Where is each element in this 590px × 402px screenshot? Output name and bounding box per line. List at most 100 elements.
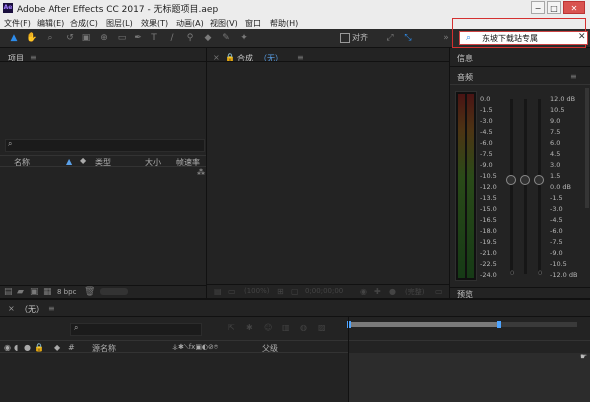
resolution-dropdown[interactable]: (完整)	[405, 287, 424, 297]
timeline-columns-bottom	[0, 352, 349, 353]
right-slider-zero: 0	[538, 269, 543, 277]
menu-composition[interactable]: 合成(C)	[70, 18, 98, 29]
brush-tool-icon[interactable]: ∕	[166, 32, 178, 44]
project-scrollbar[interactable]	[100, 288, 128, 295]
motion-blur-icon[interactable]: ◍	[300, 323, 307, 332]
left-volume-knob[interactable]	[506, 175, 516, 185]
region-of-interest-icon[interactable]: ▭	[435, 287, 443, 296]
db-right-15: -10.5	[550, 260, 567, 268]
minimize-button[interactable]: −	[531, 1, 545, 14]
layer-number-icon[interactable]: #	[68, 343, 75, 352]
pen-tool-icon[interactable]: ✒	[132, 32, 144, 44]
puppet-tool-icon[interactable]: ✦	[238, 32, 250, 44]
audio-scrollbar[interactable]	[585, 88, 589, 208]
show-channel-icon[interactable]: ✚	[374, 287, 381, 296]
label-tag-icon[interactable]: ◆	[80, 156, 86, 165]
eraser-tool-icon[interactable]: ◆	[202, 32, 214, 44]
camera-tool-icon[interactable]: ▣	[80, 32, 92, 44]
db-left-16: -24.0	[480, 271, 497, 279]
timeline-search-icon: ⌕	[74, 323, 79, 332]
workspace-menu-icon[interactable]: »	[440, 32, 452, 44]
snap-feather-icon[interactable]: ⤡	[402, 32, 414, 44]
project-panel: 项目 ≡	[0, 48, 206, 298]
current-time-indicator-icon[interactable]: ☛	[580, 352, 587, 361]
timeline-track-area[interactable]	[349, 353, 590, 402]
right-volume-knob[interactable]	[534, 175, 544, 185]
type-tool-icon[interactable]: T	[148, 32, 160, 44]
hand-tool-icon[interactable]: ✋	[26, 32, 38, 44]
trash-icon[interactable]: 🗑	[84, 287, 95, 297]
color-icon[interactable]: ●	[389, 287, 396, 296]
composition-tab-none[interactable]: （无）	[259, 53, 283, 64]
info-panel-title[interactable]: 信息	[457, 53, 473, 64]
comp-mini-flowchart-icon[interactable]: ⇱	[228, 323, 235, 332]
menu-edit[interactable]: 编辑(E)	[37, 18, 64, 29]
interpret-footage-icon[interactable]: ▦	[43, 287, 52, 297]
shape-tool-icon[interactable]: ▭	[116, 32, 128, 44]
db-right-6: 3.0	[550, 161, 561, 169]
project-columns-divider	[0, 155, 206, 156]
timeline-tab-none[interactable]: （无）	[20, 304, 44, 315]
new-folder-icon[interactable]: ▰	[17, 287, 24, 297]
audio-panel-menu-icon[interactable]: ≡	[570, 72, 577, 81]
roto-brush-tool-icon[interactable]: ✎	[220, 32, 232, 44]
close-button[interactable]: ✕	[563, 1, 585, 14]
monitor-icon[interactable]: ▭	[228, 287, 236, 296]
db-right-3: 7.5	[550, 128, 561, 136]
graph-editor-icon[interactable]: ▨	[318, 323, 326, 332]
work-area-end-handle[interactable]	[497, 321, 501, 328]
db-right-14: -9.0	[550, 249, 563, 257]
timeline-panel-menu-icon[interactable]: ≡	[48, 304, 55, 313]
audio-toggle-icon[interactable]: ◖	[14, 343, 18, 352]
grid-guides-icon[interactable]: ⊞	[277, 287, 284, 296]
selection-tool-icon[interactable]: ▲	[8, 32, 20, 44]
left-volume-slider-track[interactable]	[510, 99, 513, 274]
menu-animation[interactable]: 动画(A)	[176, 18, 204, 29]
meter-right-channel	[467, 94, 474, 278]
label-icon[interactable]: ◆	[54, 343, 60, 352]
snapshot-icon[interactable]: ◉	[360, 287, 367, 296]
project-search-input[interactable]	[5, 139, 205, 152]
import-icon[interactable]: ▤	[4, 287, 13, 297]
search-clear-icon[interactable]: ✕	[578, 32, 586, 42]
menu-effect[interactable]: 效果(T)	[141, 18, 168, 29]
zoom-tool-icon[interactable]: ⌕	[44, 32, 56, 44]
timecode-display[interactable]: 0;00;00;00	[305, 287, 343, 295]
right-volume-slider-track[interactable]	[538, 99, 541, 274]
menu-view[interactable]: 视图(V)	[210, 18, 238, 29]
menu-file[interactable]: 文件(F)	[4, 18, 31, 29]
bit-depth-label[interactable]: 8 bpc	[57, 288, 76, 296]
magnification-dropdown[interactable]: (100%)	[244, 287, 269, 295]
new-composition-icon[interactable]: ▣	[30, 287, 39, 297]
menu-window[interactable]: 窗口	[245, 18, 261, 29]
timeline-close-icon[interactable]: ×	[8, 304, 15, 313]
both-volume-slider-track[interactable]	[524, 99, 527, 274]
db-right-1: 10.5	[550, 106, 565, 114]
menu-help[interactable]: 帮助(H)	[270, 18, 298, 29]
snap-edge-icon[interactable]: ⤢	[384, 32, 396, 44]
sort-ascending-icon[interactable]: ▲	[66, 157, 72, 166]
menu-layer[interactable]: 图层(L)	[106, 18, 133, 29]
pan-behind-tool-icon[interactable]: ⊕	[98, 32, 110, 44]
panel-splitter-2[interactable]	[449, 48, 450, 298]
info-divider	[450, 66, 590, 67]
timeline-top-divider[interactable]	[0, 298, 590, 300]
layer-switches-icon[interactable]: ⚶✱⟍fx▣◐⊘⌾	[172, 343, 218, 352]
video-toggle-icon[interactable]: ◉	[4, 343, 11, 352]
shy-layers-icon[interactable]: ☺	[264, 323, 272, 332]
frame-blending-icon[interactable]: ▥	[282, 323, 290, 332]
mask-visibility-icon[interactable]: ▢	[291, 287, 299, 296]
draft-3d-icon[interactable]: ✱	[246, 323, 253, 332]
always-preview-icon[interactable]: ▤	[214, 287, 222, 296]
snap-checkbox[interactable]	[340, 33, 350, 43]
both-volume-knob[interactable]	[520, 175, 530, 185]
db-left-14: -21.0	[480, 249, 497, 257]
clone-stamp-tool-icon[interactable]: ⚲	[184, 32, 196, 44]
maximize-button[interactable]: □	[547, 1, 561, 14]
lock-icon[interactable]: 🔒	[34, 343, 44, 352]
flowchart-icon[interactable]: ⁂	[197, 168, 205, 177]
solo-icon[interactable]: ●	[24, 343, 31, 352]
rotate-tool-icon[interactable]: ↺	[64, 32, 76, 44]
timeline-search-input[interactable]	[70, 323, 202, 336]
db-right-10: -3.0	[550, 205, 563, 213]
